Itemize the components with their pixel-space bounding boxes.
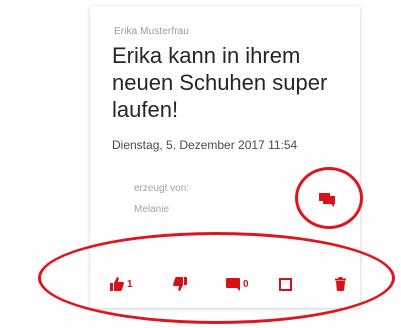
created-by-name: Melanie	[134, 204, 170, 215]
comment-icon	[226, 277, 240, 291]
post-text: Erika kann in ihrem neuen Schuhen super …	[112, 43, 328, 122]
like-button[interactable]: 1	[110, 270, 133, 298]
square-outline-icon	[279, 277, 292, 291]
comment-count-button[interactable]: 0	[226, 270, 249, 298]
dislike-button[interactable]	[173, 270, 187, 298]
square-button[interactable]	[279, 270, 292, 298]
trash-icon	[335, 277, 346, 291]
post-date: Dienstag, 5. Dezember 2017 11:54	[112, 138, 298, 152]
comment-count: 0	[243, 278, 249, 290]
post-author: Erika Musterfrau	[114, 26, 189, 37]
screenshot-stage: Erika Musterfrau Erika kann in ihrem neu…	[0, 0, 401, 328]
comment-icon	[319, 193, 335, 207]
action-bar: 1 0	[90, 270, 360, 298]
thumbs-down-icon	[173, 277, 187, 291]
delete-button[interactable]	[335, 270, 346, 298]
thumbs-up-icon	[110, 277, 124, 291]
created-by-label: erzeugt von:	[134, 183, 190, 194]
like-count: 1	[127, 278, 133, 290]
post-card: Erika Musterfrau Erika kann in ihrem neu…	[90, 6, 360, 308]
comments-button[interactable]	[316, 190, 338, 210]
